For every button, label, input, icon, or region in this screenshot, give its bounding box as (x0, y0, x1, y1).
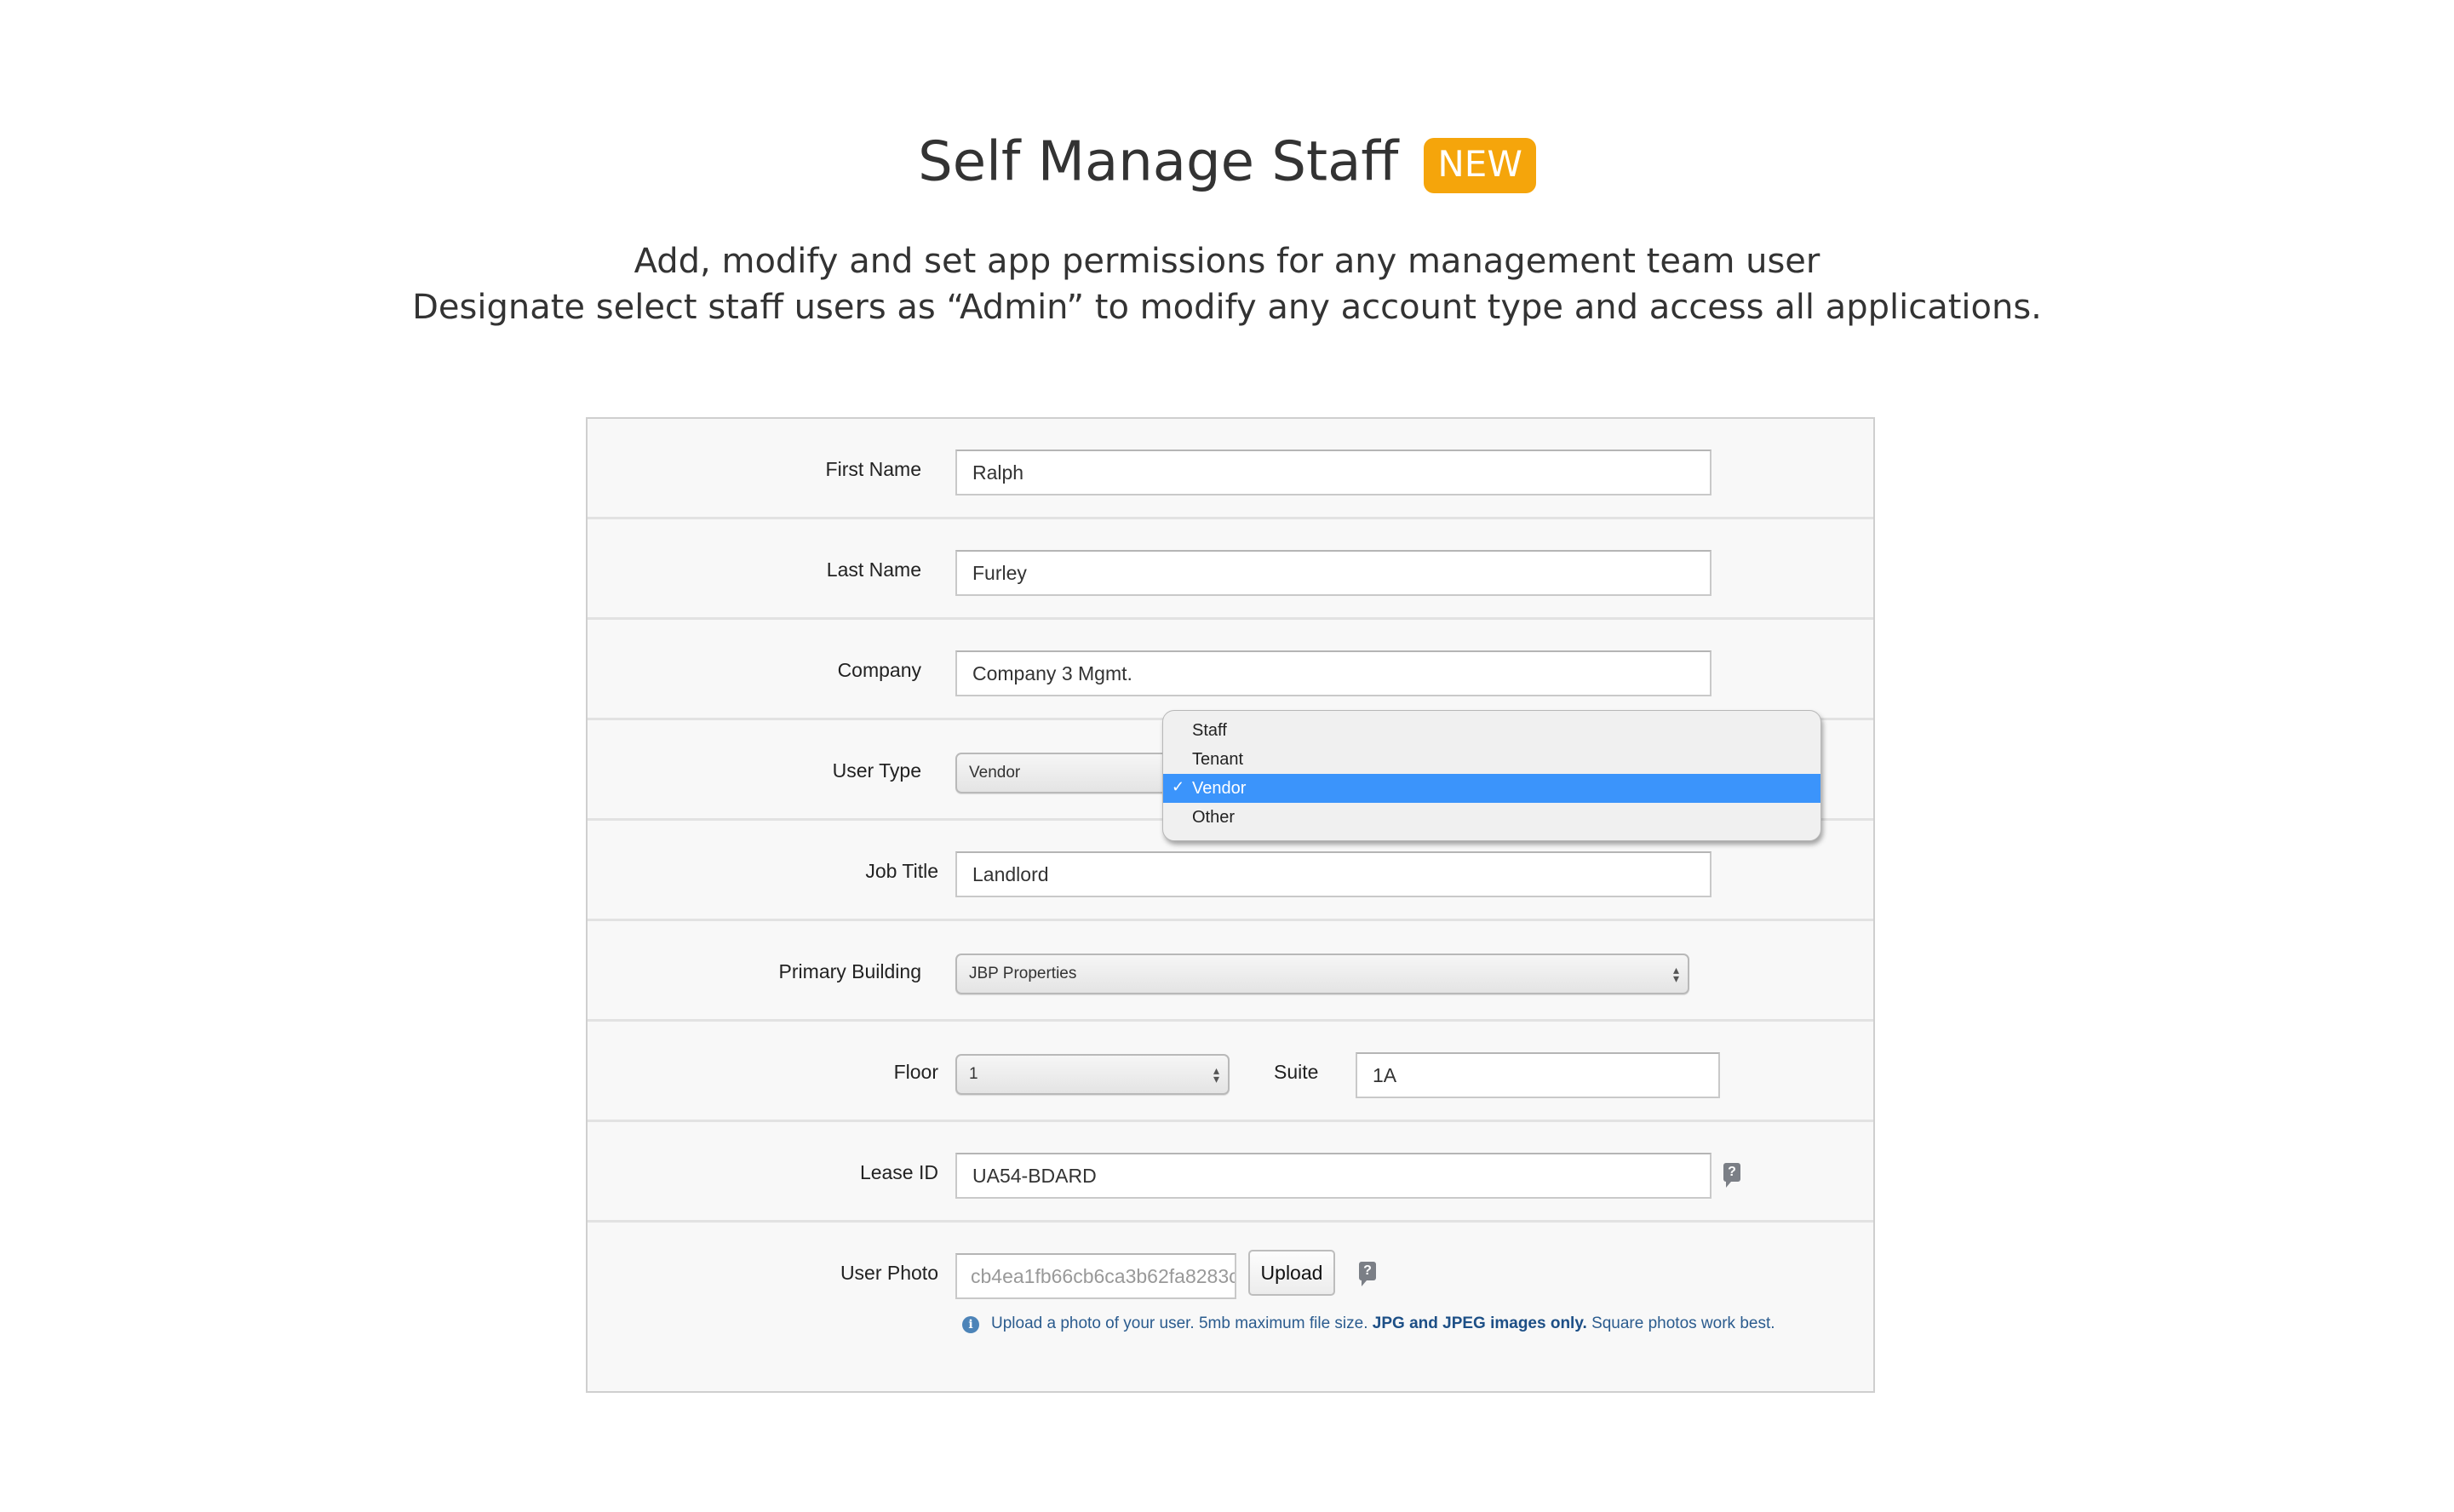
user-type-label: User Type (832, 759, 921, 782)
row-last-name: Last Name * Furley (588, 519, 1873, 620)
hint-text-1: Upload a photo of your user. 5mb maximum… (991, 1314, 1368, 1332)
page-subtitle: Add, modify and set app permissions for … (0, 238, 2454, 330)
row-lease-id: Lease ID UA54-BDARD ? (588, 1122, 1873, 1223)
checkmark-icon: ✓ (1172, 778, 1185, 795)
suite-input[interactable]: 1A (1356, 1052, 1720, 1098)
help-icon[interactable]: ? (1723, 1163, 1740, 1188)
floor-value: 1 (969, 1065, 978, 1083)
option-label: Tenant (1192, 750, 1244, 769)
floor-label: Floor (893, 1061, 938, 1083)
company-label: Company (837, 659, 921, 681)
lease-id-label: Lease ID (859, 1161, 938, 1183)
row-floor-suite: Floor 1 ▴ ▾ Suite 1A (588, 1022, 1873, 1122)
suite-label: Suite (1274, 1061, 1319, 1083)
primary-building-select[interactable]: JBP Properties ▴ ▾ (955, 954, 1689, 994)
user-type-option-tenant[interactable]: Tenant (1163, 745, 1820, 774)
hint-text-2: Square photos work best. (1591, 1314, 1775, 1332)
last-name-input[interactable]: Furley (955, 550, 1711, 596)
option-label: Staff (1192, 721, 1227, 740)
job-title-input[interactable]: Landlord (955, 851, 1711, 897)
page-title: Self Manage Staff NEW (0, 128, 2454, 193)
row-company: Company * Company 3 Mgmt. (588, 620, 1873, 720)
select-arrows-icon: ▴ ▾ (1672, 963, 1679, 985)
staff-form: First Name * Ralph Last Name * Furley Co… (586, 417, 1875, 1393)
option-label: Other (1192, 808, 1236, 827)
page-title-text: Self Manage Staff (918, 130, 1399, 194)
user-type-value: Vendor (969, 764, 1021, 782)
first-name-input[interactable]: Ralph (955, 450, 1711, 495)
floor-select[interactable]: 1 ▴ ▾ (955, 1054, 1230, 1095)
help-icon[interactable]: ? (1359, 1262, 1376, 1286)
row-user-photo: User Photo cb4ea1fb66cb6ca3b62fa8283c Up… (588, 1223, 1873, 1393)
option-label: Vendor (1192, 779, 1247, 798)
row-primary-building: Primary Building * JBP Properties ▴▾ (588, 921, 1873, 1022)
photo-hint: i Upload a photo of your user. 5mb maximu… (962, 1314, 1775, 1333)
last-name-label: Last Name (826, 558, 921, 581)
hint-text-bold: JPG and JPEG images only. (1372, 1314, 1587, 1332)
user-type-dropdown-menu: Staff Tenant ✓ Vendor Other (1162, 710, 1821, 841)
new-badge: NEW (1424, 137, 1536, 193)
user-type-option-vendor[interactable]: ✓ Vendor (1163, 774, 1820, 803)
lease-id-input[interactable]: UA54-BDARD (955, 1153, 1711, 1199)
primary-building-label: Primary Building (778, 960, 921, 982)
user-type-option-staff[interactable]: Staff (1163, 716, 1820, 745)
user-photo-label: User Photo (840, 1262, 938, 1284)
job-title-label: Job Title (865, 860, 938, 882)
user-type-option-other[interactable]: Other (1163, 803, 1820, 832)
subtitle-line-2: Designate select staff users as “Admin” … (412, 288, 2042, 327)
row-first-name: First Name * Ralph (588, 419, 1873, 519)
company-input[interactable]: Company 3 Mgmt. (955, 650, 1711, 696)
first-name-label: First Name (825, 458, 921, 480)
primary-building-value: JBP Properties (969, 965, 1077, 982)
info-icon: i (962, 1316, 979, 1333)
subtitle-line-1: Add, modify and set app permissions for … (634, 242, 1820, 281)
user-photo-filename[interactable]: cb4ea1fb66cb6ca3b62fa8283c (955, 1253, 1236, 1299)
select-arrows-icon: ▴ ▾ (1213, 1063, 1219, 1085)
upload-button[interactable]: Upload (1248, 1250, 1335, 1296)
